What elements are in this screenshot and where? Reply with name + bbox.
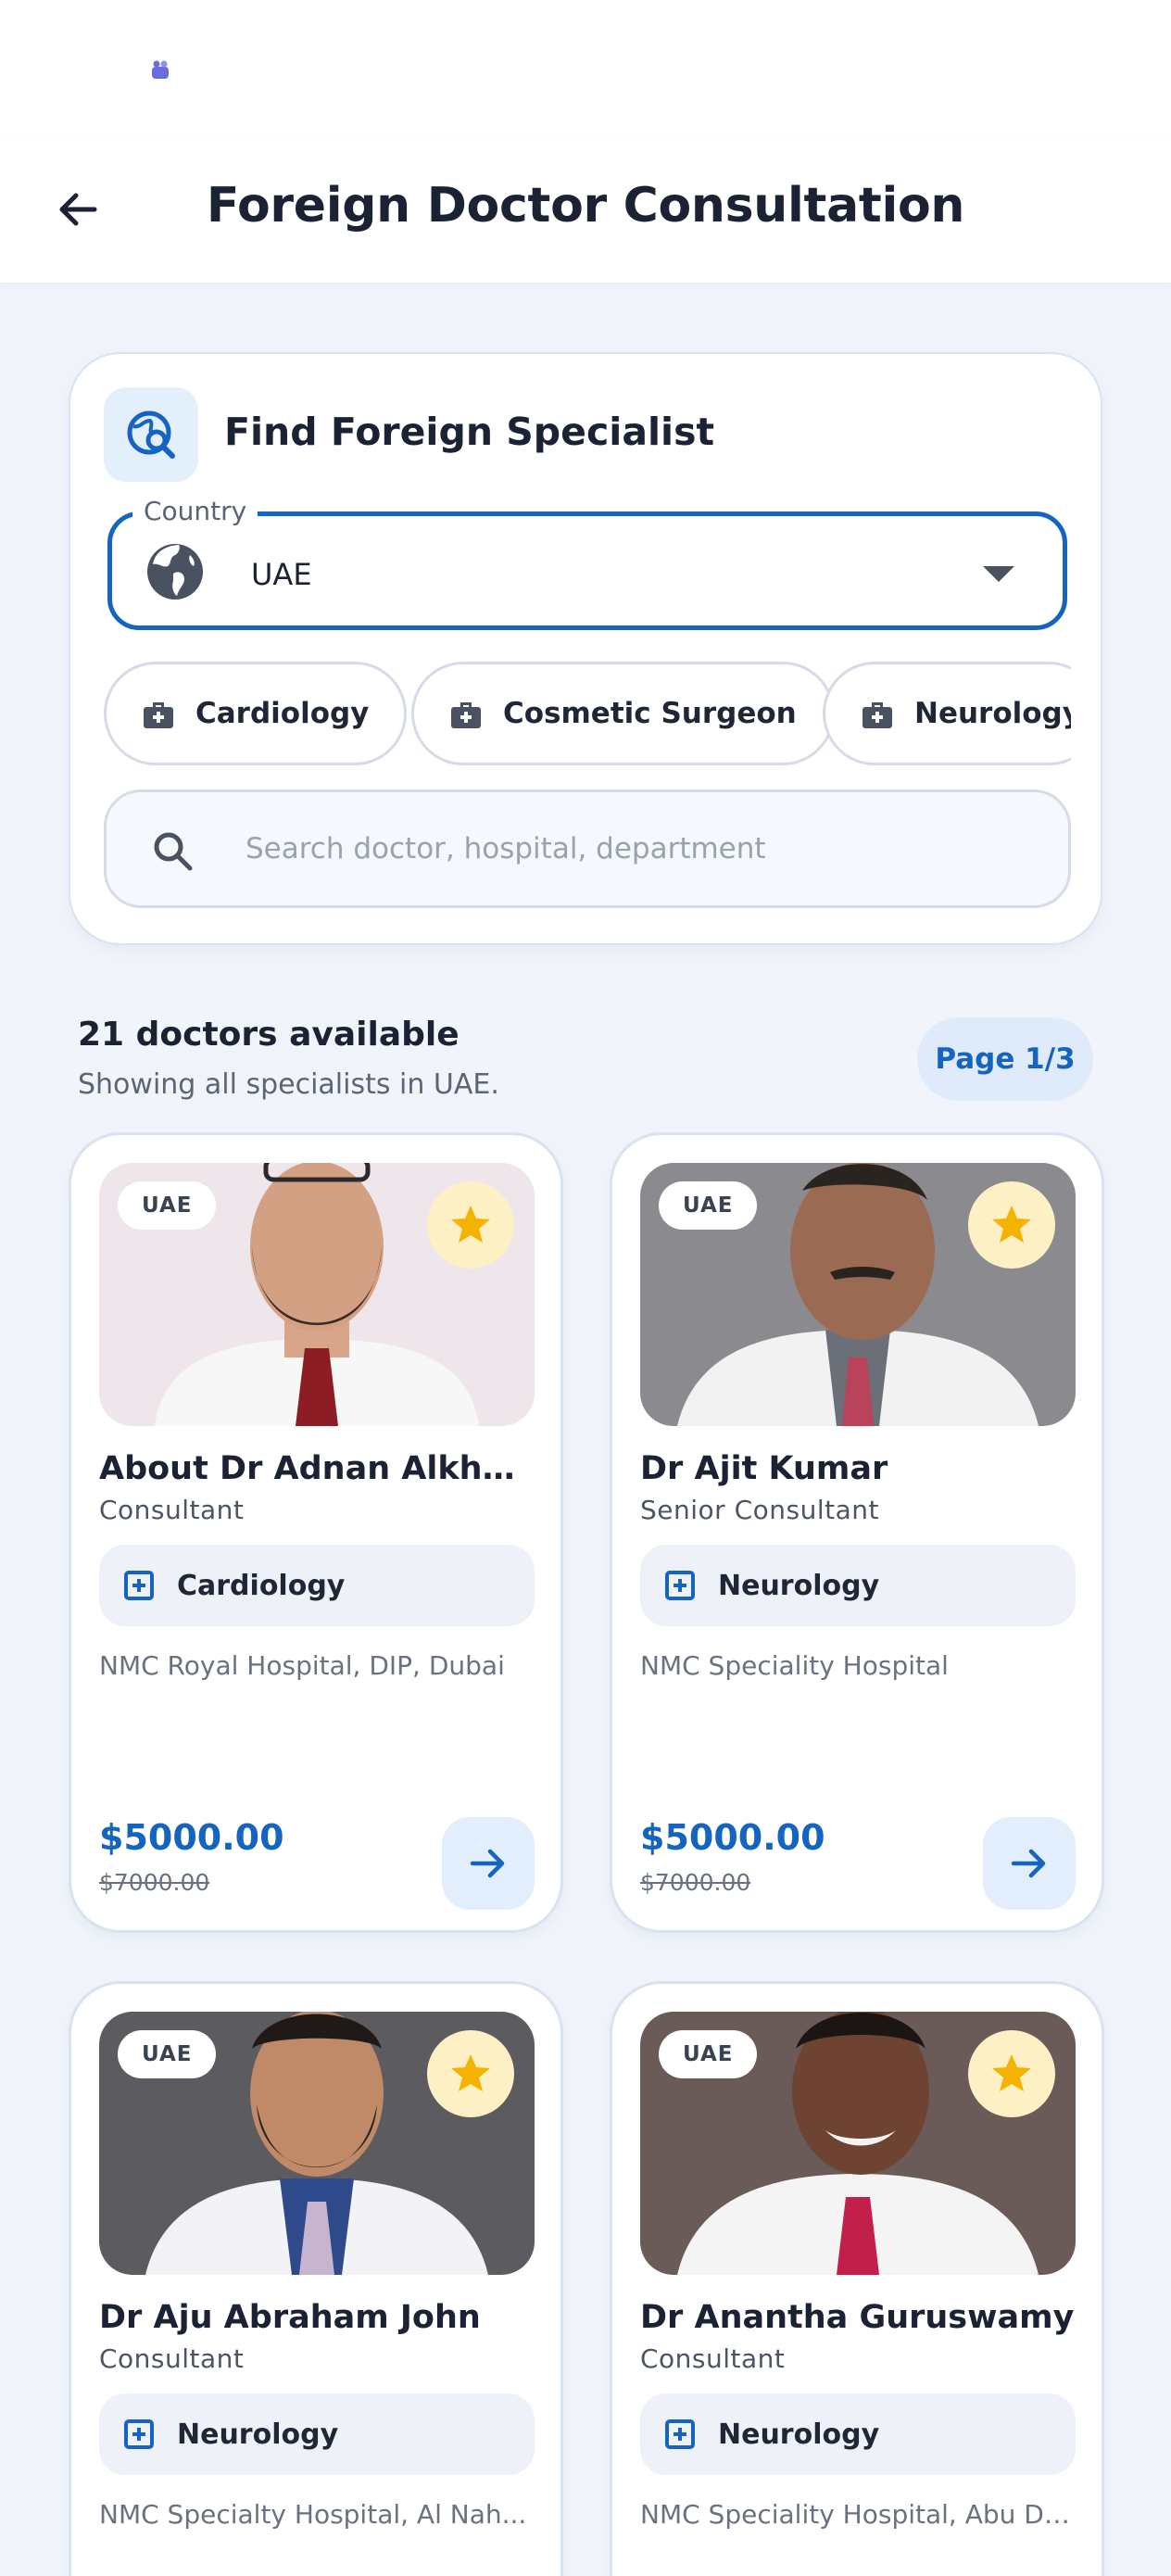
country-badge: UAE [118, 2030, 217, 2078]
card-title: Find Foreign Specialist [224, 410, 715, 454]
search-input[interactable] [246, 826, 1024, 872]
card-icon-box [104, 387, 198, 482]
country-select[interactable]: Country UAE [107, 496, 1067, 630]
doctor-name: Dr Anantha Guruswamy [640, 2299, 1075, 2336]
country-badge: UAE [659, 1181, 758, 1230]
medical-bag-icon [144, 702, 173, 728]
star-icon [992, 2054, 1031, 2091]
country-badge: UAE [118, 1181, 217, 1230]
plus-square-icon [124, 1571, 154, 1600]
globe-icon [147, 544, 203, 600]
arrow-right-icon [470, 1849, 505, 1878]
results-subtitle: Showing all specialists in UAE. [78, 1068, 499, 1101]
plus-square-icon [665, 2419, 695, 2449]
app-notification-icon [152, 60, 169, 79]
hospital-name: NMC Royal Hospital, DIP, Dubai [99, 1650, 505, 1681]
doctor-card[interactable]: UAE About Dr Adnan Alkhalef... Consultan… [69, 1132, 563, 1933]
doctor-role: Consultant [99, 2343, 245, 2374]
favorite-button[interactable] [968, 1181, 1055, 1269]
department-tag: Neurology [640, 1545, 1076, 1626]
search-field [104, 789, 1071, 908]
medical-bag-icon [451, 702, 481, 728]
app-bar: Foreign Doctor Consultation [0, 139, 1171, 284]
old-price: $7000.00 [99, 1869, 210, 1896]
doctor-role: Consultant [99, 1495, 245, 1525]
hospital-name: NMC Specialty Hospital, Al Nah... [99, 2499, 527, 2530]
results-count: 21 doctors available [78, 1016, 460, 1054]
department-tag: Cardiology [99, 1545, 535, 1626]
find-specialist-card: Find Foreign Specialist Country UAE Card… [69, 352, 1102, 945]
department-tag: Neurology [640, 2393, 1076, 2475]
favorite-button[interactable] [427, 1181, 514, 1269]
doctor-name: Dr Ajit Kumar [640, 1450, 888, 1487]
star-icon [451, 1206, 490, 1243]
hospital-name: NMC Speciality Hospital, Abu Dh... [640, 2499, 1079, 2530]
department-label: Neurology [718, 2418, 880, 2451]
medical-bag-icon [863, 702, 892, 728]
star-icon [451, 2054, 490, 2091]
favorite-button[interactable] [427, 2030, 514, 2117]
favorite-button[interactable] [968, 2030, 1055, 2117]
plus-square-icon [665, 1571, 695, 1600]
department-tag: Neurology [99, 2393, 535, 2475]
page-title: Foreign Doctor Consultation [206, 178, 965, 234]
old-price: $7000.00 [640, 1869, 751, 1896]
country-badge: UAE [659, 2030, 758, 2078]
country-value: UAE [251, 557, 312, 592]
price: $5000.00 [640, 1817, 825, 1858]
doctor-role: Senior Consultant [640, 1495, 879, 1525]
chip-neurology[interactable]: Neurology [823, 662, 1071, 765]
doctor-card[interactable]: UAE Dr Anantha Guruswamy Consultant Neur… [610, 1981, 1104, 2576]
doctor-name: About Dr Adnan Alkhalef... [99, 1450, 535, 1487]
chip-cosmetic-surgeon[interactable]: Cosmetic Surgeon [411, 662, 835, 765]
department-label: Cardiology [177, 1569, 346, 1602]
chip-label: Cosmetic Surgeon [503, 697, 797, 730]
doctor-role: Consultant [640, 2343, 786, 2374]
department-label: Neurology [177, 2418, 339, 2451]
page-badge: Page 1/3 [917, 1017, 1093, 1101]
department-label: Neurology [718, 1569, 880, 1602]
doctor-card[interactable]: UAE Dr Aju Abraham John Consultant Neuro… [69, 1981, 563, 2576]
doctor-photo: UAE [99, 1163, 535, 1426]
country-label: Country [132, 496, 258, 526]
doctor-name: Dr Aju Abraham John [99, 2299, 481, 2336]
doctor-photo: UAE [640, 2012, 1076, 2275]
chip-label: Cardiology [195, 697, 370, 730]
plus-square-icon [124, 2419, 154, 2449]
doctor-photo: UAE [640, 1163, 1076, 1426]
price: $5000.00 [99, 1817, 284, 1858]
globe-search-icon [127, 410, 175, 459]
specialty-chip-row[interactable]: Cardiology Cosmetic Surgeon Neurology [104, 660, 1071, 767]
doctor-card[interactable]: UAE Dr Ajit Kumar Senior Consultant Neur… [610, 1132, 1104, 1933]
status-bar [0, 0, 1171, 139]
chevron-down-icon [983, 566, 1014, 582]
chip-label: Neurology [914, 697, 1071, 730]
view-doctor-button[interactable] [983, 1817, 1076, 1910]
search-icon [154, 832, 193, 871]
star-icon [992, 1206, 1031, 1243]
doctor-photo: UAE [99, 2012, 535, 2275]
view-doctor-button[interactable] [442, 1817, 535, 1910]
hospital-name: NMC Speciality Hospital [640, 1650, 949, 1681]
chip-cardiology[interactable]: Cardiology [104, 662, 408, 765]
arrow-right-icon [1011, 1849, 1046, 1878]
